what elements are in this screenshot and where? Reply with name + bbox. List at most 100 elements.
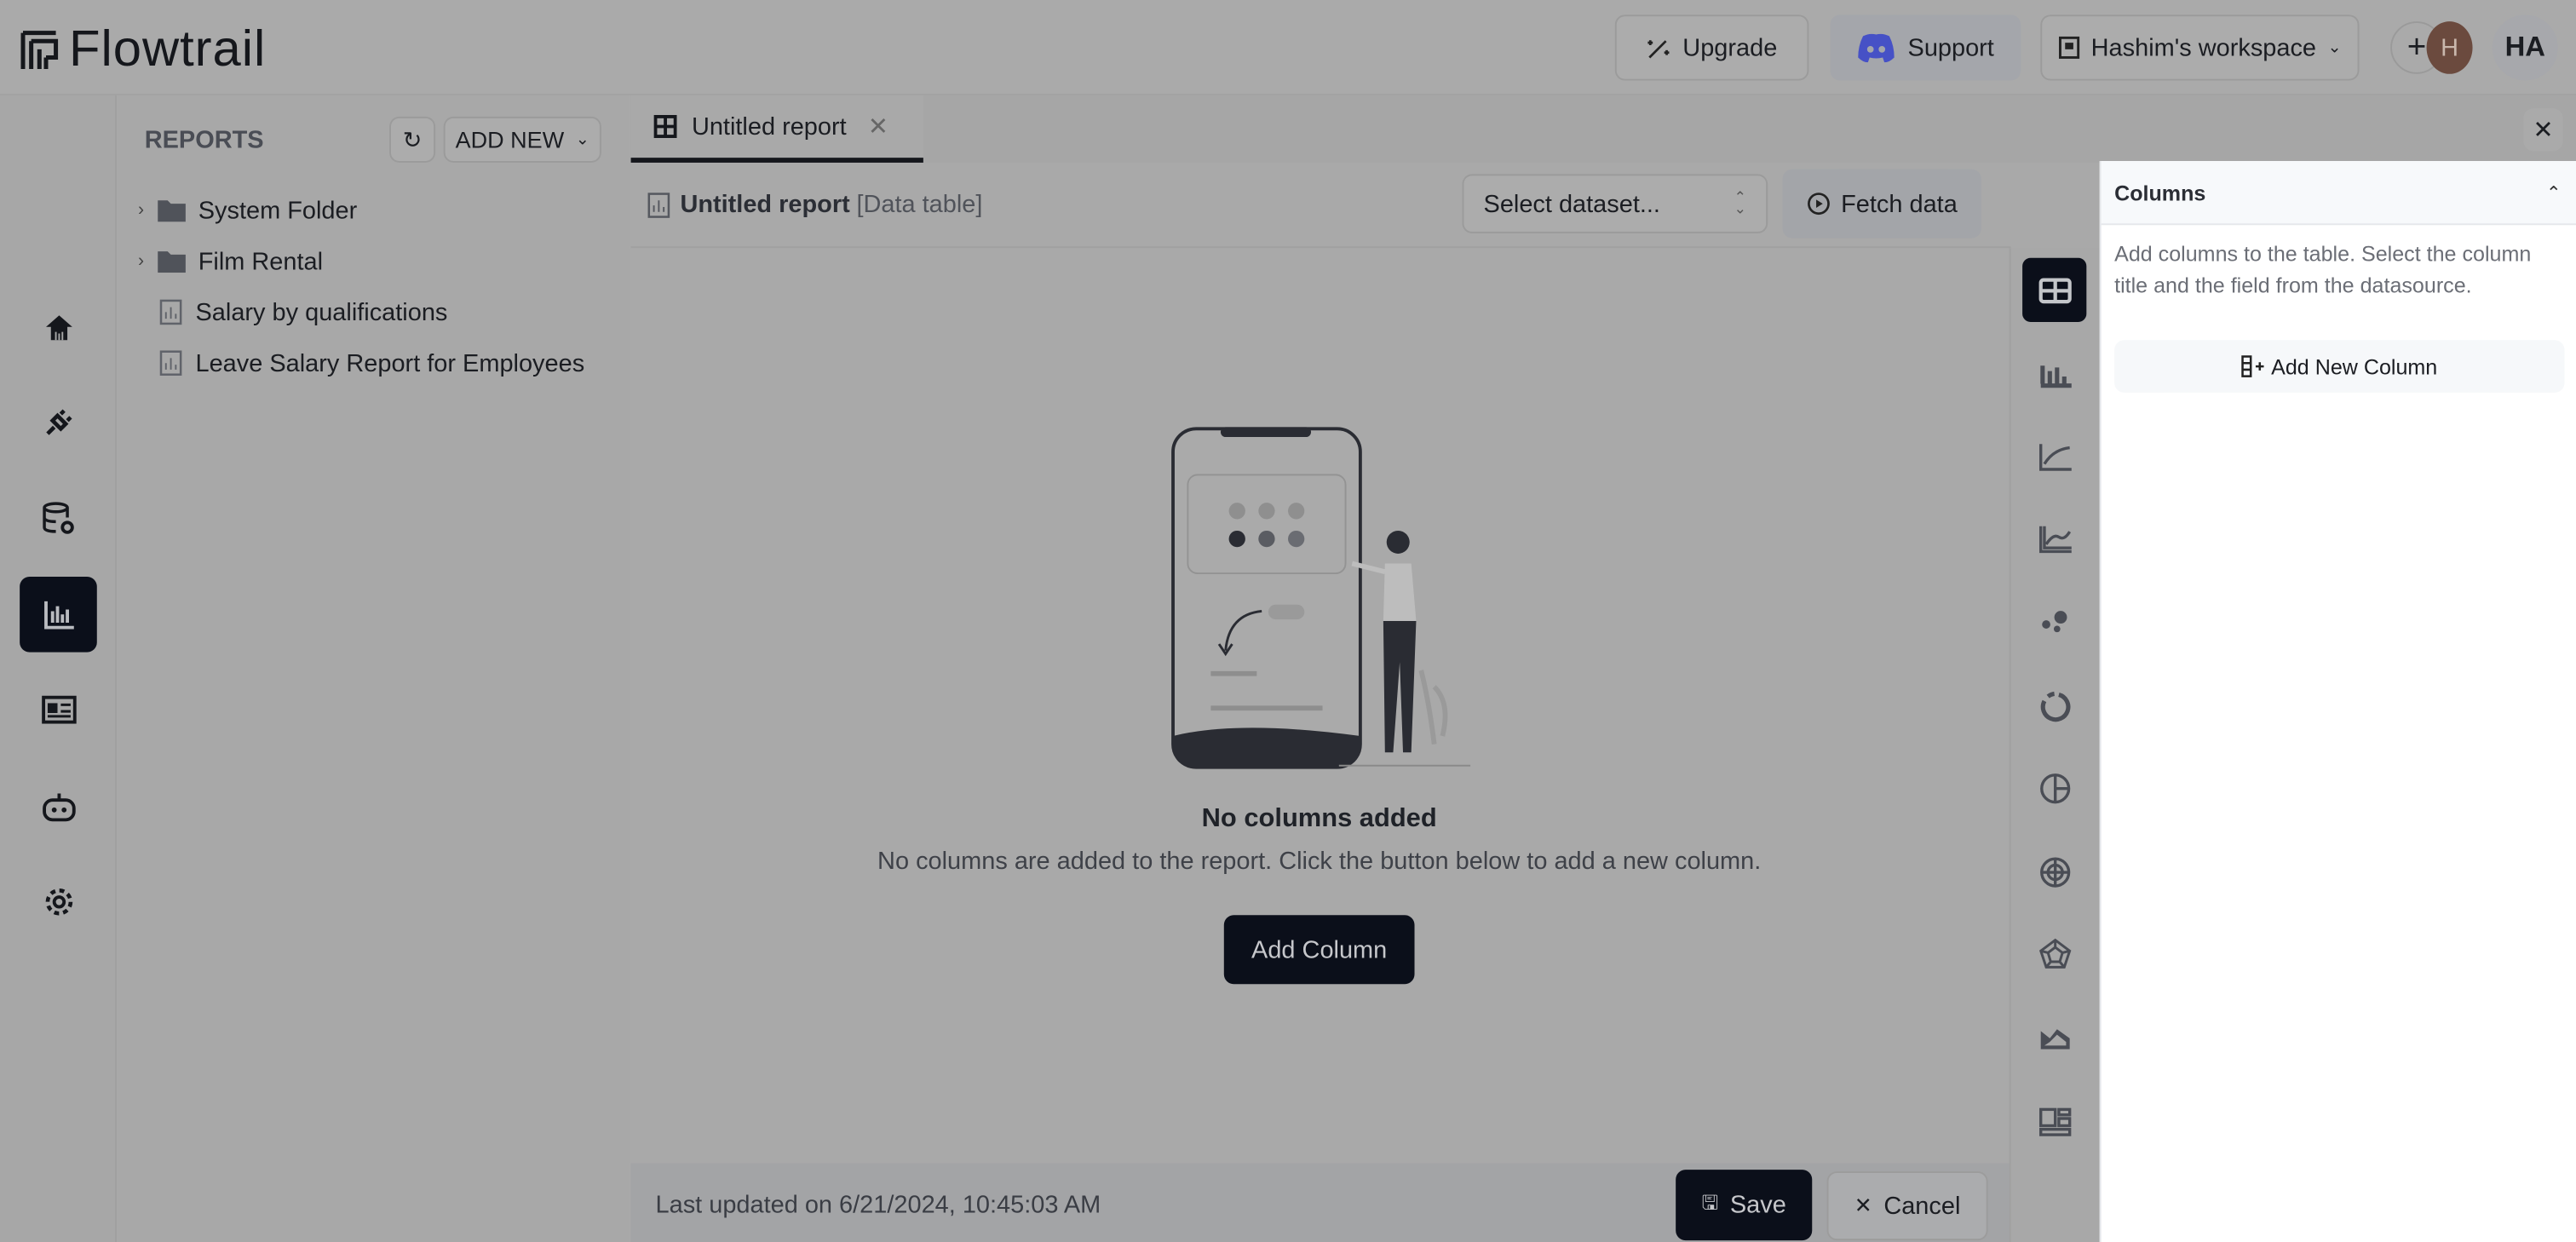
nav-settings[interactable]: [20, 864, 97, 940]
add-column-button[interactable]: Add Column: [1223, 915, 1415, 985]
app-name: Flowtrail: [69, 20, 267, 78]
chevron-right-icon: ›: [138, 251, 145, 272]
empty-message: No columns are added to the report. Clic…: [877, 848, 1762, 876]
home-icon: [45, 315, 72, 341]
nav-reports[interactable]: [20, 576, 97, 653]
dashboard-icon: [41, 695, 76, 724]
folder-icon: [157, 251, 186, 273]
columns-panel: Columns ⌃ Add columns to the table. Sele…: [2099, 161, 2576, 1242]
bot-icon: [42, 793, 75, 822]
database-settings-icon: [42, 502, 73, 534]
refresh-button[interactable]: ↻: [389, 116, 436, 163]
chevron-down-icon: ⌄: [575, 130, 589, 149]
tab-label: Untitled report: [691, 112, 847, 141]
plug-icon: [45, 409, 72, 435]
refresh-icon: ↻: [402, 125, 423, 152]
nav-connections[interactable]: [20, 384, 97, 460]
gear-icon: [44, 888, 72, 916]
chart-type-scatter[interactable]: [2022, 590, 2086, 654]
fetch-data-button[interactable]: Fetch data: [1782, 169, 1981, 239]
report-type: [Data table]: [856, 190, 983, 219]
chart-type-bar[interactable]: [2022, 341, 2086, 405]
add-column-icon: [2242, 355, 2265, 377]
report-title: Untitled report: [680, 190, 850, 219]
report-icon: [159, 350, 182, 376]
last-updated-text: Last updated on 6/21/2024, 10:45:03 AM: [655, 1191, 1101, 1220]
chart-type-pie[interactable]: [2022, 756, 2086, 820]
tree-item-leave-salary-report[interactable]: Leave Salary Report for Employees: [159, 343, 584, 382]
save-label: Save: [1729, 1191, 1786, 1220]
support-button[interactable]: Support: [1830, 14, 2021, 81]
cancel-button[interactable]: ✕ Cancel: [1826, 1171, 1988, 1241]
empty-title: No columns added: [1201, 805, 1437, 833]
nav-home[interactable]: [20, 289, 97, 365]
table-icon: [653, 115, 677, 139]
line-chart-icon: [2038, 443, 2071, 471]
add-new-column-button[interactable]: Add New Column: [2114, 340, 2565, 393]
fetch-data-label: Fetch data: [1841, 189, 1958, 218]
chart-type-area[interactable]: [2022, 1006, 2086, 1070]
tree-item-system-folder[interactable]: › System Folder: [138, 191, 357, 230]
tree-item-film-rental[interactable]: › Film Rental: [138, 242, 323, 281]
tree-item-label: System Folder: [198, 196, 358, 225]
columns-panel-title: Columns: [2114, 180, 2206, 205]
area-chart-icon: [2039, 1029, 2069, 1049]
columns-panel-description: Add columns to the table. Select the col…: [2114, 241, 2532, 298]
chart-type-line[interactable]: [2022, 424, 2086, 488]
columns-panel-header[interactable]: Columns ⌃: [2101, 161, 2576, 226]
magic-wand-icon: [1647, 35, 1671, 60]
dataset-select-value: Select dataset...: [1483, 189, 1661, 218]
chart-type-donut[interactable]: [2022, 674, 2086, 738]
app-root: Flowtrail Upgrade Support Hashim's works…: [0, 0, 2576, 1242]
chart-type-radar[interactable]: [2022, 923, 2086, 986]
scatter-chart-icon: [2041, 610, 2067, 632]
chart-type-multi-line[interactable]: [2022, 508, 2086, 572]
chart-type-table[interactable]: [2022, 257, 2087, 323]
close-icon: ✕: [1854, 1193, 1872, 1218]
dataset-select[interactable]: Select dataset... ⌃ ⌄: [1462, 174, 1768, 233]
member-avatar[interactable]: H: [2426, 21, 2473, 74]
add-new-column-label: Add New Column: [2271, 354, 2438, 379]
play-circle-icon: [1807, 193, 1830, 216]
tree-item-label: Salary by qualifications: [195, 298, 448, 326]
donut-chart-icon: [2039, 690, 2070, 722]
bar-chart-icon: [2039, 365, 2071, 388]
tree-item-salary-by-qualifications[interactable]: Salary by qualifications: [159, 292, 447, 331]
cancel-label: Cancel: [1883, 1192, 1961, 1220]
add-new-button[interactable]: ADD NEW ⌄: [443, 116, 601, 163]
pie-chart-icon: [2039, 773, 2070, 804]
workspace-icon: [2058, 36, 2079, 59]
radial-chart-icon: [2039, 856, 2070, 888]
folder-icon: [157, 200, 186, 222]
close-panel-button[interactable]: ✕: [2523, 108, 2563, 152]
radar-chart-icon: [2038, 939, 2071, 969]
user-avatar[interactable]: HA: [2492, 14, 2558, 81]
report-icon: [647, 192, 670, 217]
discord-icon: [1857, 33, 1896, 63]
chevron-right-icon: ›: [138, 200, 145, 221]
close-tab-icon[interactable]: ✕: [868, 112, 888, 141]
multi-line-chart-icon: [2038, 526, 2071, 554]
chart-type-radial[interactable]: [2022, 840, 2086, 904]
icon-sidebar: [0, 95, 117, 1242]
save-icon: 🖫: [1701, 1191, 1719, 1215]
tab-untitled-report[interactable]: Untitled report ✕: [630, 95, 923, 163]
nav-ai-bot[interactable]: [20, 769, 97, 845]
support-label: Support: [1907, 33, 1994, 62]
chevron-updown-icon: ⌃ ⌄: [1734, 188, 1747, 217]
save-button[interactable]: 🖫 Save: [1676, 1170, 1813, 1241]
workspace-dropdown[interactable]: Hashim's workspace ⌄: [2040, 14, 2360, 81]
add-new-label: ADD NEW: [455, 126, 565, 153]
upgrade-button[interactable]: Upgrade: [1614, 14, 1809, 81]
nav-dashboards[interactable]: [20, 672, 97, 748]
table-chart-icon: [2038, 277, 2071, 303]
logo[interactable]: Flowtrail: [20, 20, 266, 78]
reports-icon: [43, 601, 73, 630]
nav-datasets[interactable]: [20, 481, 97, 557]
chevron-up-icon[interactable]: ⌃: [2546, 181, 2562, 203]
layout-chart-icon: [2038, 1107, 2071, 1136]
upgrade-label: Upgrade: [1682, 33, 1778, 62]
reports-title: REPORTS: [144, 126, 264, 155]
top-header: Flowtrail Upgrade Support Hashim's works…: [0, 0, 2576, 95]
chart-type-layout[interactable]: [2022, 1090, 2086, 1153]
